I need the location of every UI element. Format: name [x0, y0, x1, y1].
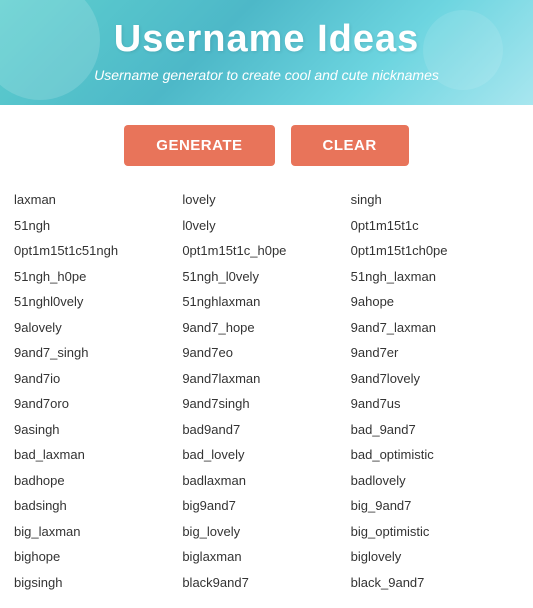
list-item: 51ngh_l0vely: [182, 265, 350, 289]
list-item: bad_laxman: [14, 443, 182, 467]
list-item: l0vely: [182, 214, 350, 238]
list-item: 9ahope: [351, 290, 519, 314]
list-item: 9and7_hope: [182, 316, 350, 340]
list-item: 0pt1m15t1c51ngh: [14, 239, 182, 263]
list-item: big_optimistic: [351, 520, 519, 544]
username-col-2: lovelyl0vely0pt1m15t1c_h0pe51ngh_l0vely5…: [182, 188, 350, 594]
list-item: laxman: [14, 188, 182, 212]
list-item: big_9and7: [351, 494, 519, 518]
page-subtitle: Username generator to create cool and cu…: [20, 67, 513, 83]
list-item: bad_lovely: [182, 443, 350, 467]
list-item: 9and7laxman: [182, 367, 350, 391]
list-item: 9and7er: [351, 341, 519, 365]
list-item: 9asingh: [14, 418, 182, 442]
list-item: badhope: [14, 469, 182, 493]
list-item: bigsingh: [14, 571, 182, 595]
list-item: 9and7_singh: [14, 341, 182, 365]
username-col-3: singh0pt1m15t1c0pt1m15t1ch0pe51ngh_laxma…: [351, 188, 519, 594]
list-item: black9and7: [182, 571, 350, 595]
list-item: 51nghl0vely: [14, 290, 182, 314]
list-item: big9and7: [182, 494, 350, 518]
generate-button[interactable]: GENERATE: [124, 125, 274, 166]
list-item: bad_9and7: [351, 418, 519, 442]
list-item: black_9and7: [351, 571, 519, 595]
list-item: biglovely: [351, 545, 519, 569]
list-item: biglaxman: [182, 545, 350, 569]
username-col-1: laxman51ngh0pt1m15t1c51ngh51ngh_h0pe51ng…: [14, 188, 182, 594]
clear-button[interactable]: CLEAR: [291, 125, 409, 166]
list-item: 9and7oro: [14, 392, 182, 416]
list-item: bad9and7: [182, 418, 350, 442]
list-item: 51ngh_h0pe: [14, 265, 182, 289]
list-item: bighope: [14, 545, 182, 569]
action-buttons: GENERATE CLEAR: [0, 105, 533, 184]
list-item: 51ngh: [14, 214, 182, 238]
page-title: Username Ideas: [20, 18, 513, 61]
header-section: Username Ideas Username generator to cre…: [0, 0, 533, 105]
list-item: 9alovely: [14, 316, 182, 340]
list-item: 0pt1m15t1ch0pe: [351, 239, 519, 263]
list-item: lovely: [182, 188, 350, 212]
list-item: 9and7singh: [182, 392, 350, 416]
list-item: 51nghlaxman: [182, 290, 350, 314]
username-grid: laxman51ngh0pt1m15t1c51ngh51ngh_h0pe51ng…: [0, 184, 533, 608]
list-item: 9and7us: [351, 392, 519, 416]
list-item: big_laxman: [14, 520, 182, 544]
list-item: 51ngh_laxman: [351, 265, 519, 289]
list-item: 9and7io: [14, 367, 182, 391]
list-item: 9and7_laxman: [351, 316, 519, 340]
list-item: bad_optimistic: [351, 443, 519, 467]
list-item: badlovely: [351, 469, 519, 493]
list-item: 0pt1m15t1c: [351, 214, 519, 238]
list-item: 0pt1m15t1c_h0pe: [182, 239, 350, 263]
list-item: 9and7eo: [182, 341, 350, 365]
list-item: badlaxman: [182, 469, 350, 493]
list-item: badsingh: [14, 494, 182, 518]
list-item: 9and7lovely: [351, 367, 519, 391]
list-item: singh: [351, 188, 519, 212]
list-item: big_lovely: [182, 520, 350, 544]
